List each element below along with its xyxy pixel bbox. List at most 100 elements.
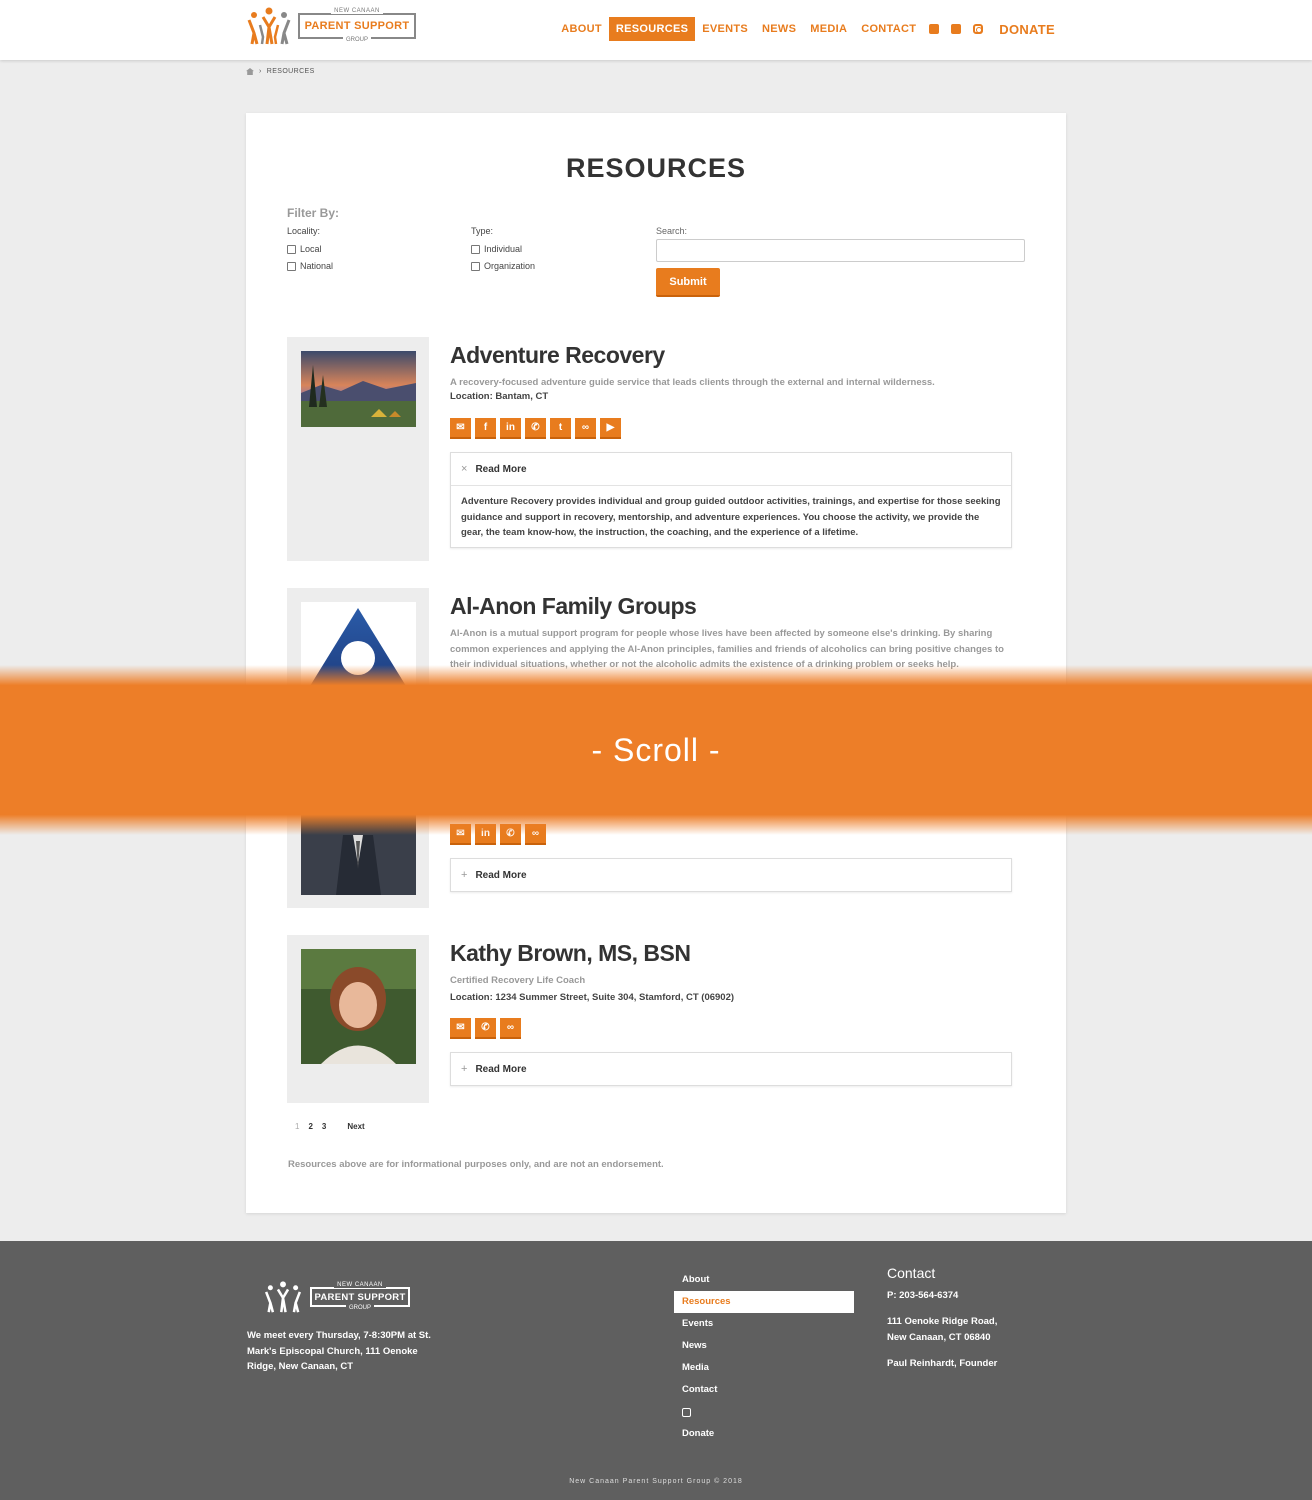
scroll-banner: - Scroll - (0, 665, 1312, 835)
footer-logo-wordmark: NEW CANAAN PARENT SUPPORT GROUP (310, 1282, 410, 1311)
link-icon[interactable]: ∞ (500, 1018, 521, 1039)
resource-name[interactable]: Al-Anon Family Groups (450, 593, 697, 620)
logo-line-1: NEW CANAAN (331, 8, 383, 14)
individual-label: Individual (484, 244, 523, 254)
submit-button[interactable]: Submit (656, 268, 720, 297)
resource-contact-icons: ✉ ✆ ∞ (450, 1018, 521, 1039)
plus-icon: + (461, 1063, 468, 1075)
plus-icon: + (461, 869, 468, 881)
footer-nav-resources[interactable]: Resources (674, 1291, 854, 1313)
read-more-toggle[interactable]: × Read More (451, 453, 1011, 485)
logo-line-3: GROUP (342, 37, 371, 43)
envelope-icon[interactable]: ✉ (450, 1018, 471, 1039)
close-icon: × (461, 463, 468, 475)
locality-local-option[interactable]: Local (287, 244, 333, 254)
footer-nav-events[interactable]: Events (674, 1313, 854, 1335)
linkedin-icon[interactable]: in (500, 418, 521, 439)
nav-events[interactable]: EVENTS (695, 17, 755, 41)
logo-line-2: PARENT SUPPORT (304, 20, 410, 32)
type-individual-option[interactable]: Individual (471, 244, 535, 254)
logo-line-3: GROUP (345, 1305, 374, 1311)
footer-nav-about[interactable]: About (674, 1269, 854, 1291)
footer-nav-news[interactable]: News (674, 1335, 854, 1357)
nav-about[interactable]: ABOUT (554, 17, 609, 41)
contact-address-line-1: 111 Oenoke Ridge Road, (887, 1316, 998, 1327)
meeting-info: We meet every Thursday, 7-8:30PM at St. … (247, 1330, 431, 1372)
logo-line-2: PARENT SUPPORT (314, 1291, 406, 1303)
locality-national-option[interactable]: National (287, 261, 333, 271)
resource-contact-icons: ✉ f in ✆ t ∞ ▶ (450, 418, 621, 439)
next-page-link[interactable]: Next (347, 1122, 364, 1131)
read-more-accordion: + Read More (450, 1052, 1012, 1086)
disclaimer: Resources above are for informational pu… (288, 1159, 664, 1170)
nav-donate[interactable]: DONATE (989, 16, 1062, 43)
twitter-icon[interactable]: t (550, 418, 571, 439)
instagram-icon[interactable] (973, 24, 984, 34)
instagram-icon[interactable] (682, 1408, 691, 1417)
logo-figures-icon (247, 7, 291, 45)
local-label: Local (300, 244, 322, 254)
nav-contact[interactable]: CONTACT (854, 17, 923, 41)
filter-heading: Filter By: (287, 206, 340, 220)
search-input[interactable] (656, 239, 1025, 262)
locality-label: Locality: (287, 226, 321, 236)
link-icon[interactable]: ∞ (575, 418, 596, 439)
read-more-accordion: × Read More Adventure Recovery provides … (450, 452, 1012, 548)
breadcrumb-current: RESOURCES (266, 68, 315, 75)
envelope-icon[interactable]: ✉ (450, 418, 471, 439)
search-label: Search: (656, 226, 688, 236)
read-more-label: Read More (475, 869, 527, 881)
footer-nav-media[interactable]: Media (674, 1357, 854, 1379)
logo-line-1: NEW CANAAN (334, 1282, 386, 1288)
nav-news[interactable]: NEWS (755, 17, 803, 41)
phone-icon[interactable]: ✆ (525, 418, 546, 439)
logo-figures-icon (264, 1281, 302, 1313)
nav-media[interactable]: MEDIA (803, 17, 854, 41)
resource-photo-mountains (301, 351, 416, 427)
contact-heading: Contact (887, 1265, 936, 1281)
resource-description: A recovery-focused adventure guide servi… (450, 377, 935, 388)
nav-resources[interactable]: RESOURCES (608, 17, 696, 41)
youtube-icon[interactable]: ▶ (600, 418, 621, 439)
copyright: New Canaan Parent Support Group © 2018 (569, 1478, 743, 1485)
facebook-icon[interactable]: f (475, 418, 496, 439)
footer-nav-donate[interactable]: Donate (674, 1423, 854, 1445)
footer-nav: About Resources Events News Media Contac… (674, 1269, 854, 1445)
breadcrumb-separator: › (259, 68, 262, 75)
logo-wordmark: NEW CANAAN PARENT SUPPORT GROUP (298, 8, 416, 43)
type-filter: Type: Individual Organization (471, 226, 535, 278)
page-2[interactable]: 2 (308, 1122, 312, 1131)
phone-icon[interactable]: ✆ (475, 1018, 496, 1039)
footer-nav-contact[interactable]: Contact (674, 1379, 854, 1401)
contact-address-line-2: New Canaan, CT 06840 (887, 1331, 991, 1343)
national-checkbox[interactable] (287, 261, 296, 271)
read-more-toggle[interactable]: + Read More (451, 859, 1011, 891)
read-more-body: Adventure Recovery provides individual a… (451, 485, 1011, 547)
type-organization-option[interactable]: Organization (471, 261, 535, 271)
organization-checkbox[interactable] (471, 261, 480, 271)
resources-card: RESOURCES Filter By: Locality: Local Nat… (246, 113, 1066, 1213)
footer-logo[interactable]: NEW CANAAN PARENT SUPPORT GROUP (262, 1281, 410, 1313)
site-logo[interactable]: NEW CANAAN PARENT SUPPORT GROUP (246, 6, 416, 46)
resource-location: Location: Bantam, CT (450, 391, 549, 402)
resource-photo-kathy-brown (301, 949, 416, 1064)
read-more-toggle[interactable]: + Read More (451, 1053, 1011, 1085)
home-icon[interactable] (246, 68, 254, 75)
page-3[interactable]: 3 (322, 1122, 326, 1131)
contact-phone[interactable]: P: 203-564-6374 (887, 1288, 997, 1304)
pagination: 1 2 3 Next (295, 1122, 365, 1131)
twitter-icon[interactable] (951, 24, 962, 34)
resource-location: Location: 1234 Summer Street, Suite 304,… (450, 992, 735, 1003)
page-1: 1 (295, 1122, 300, 1131)
resource-item: Kathy Brown, MS, BSN Certified Recovery … (287, 935, 1027, 1103)
resource-description: Certified Recovery Life Coach (450, 975, 586, 986)
organization-label: Organization (484, 261, 536, 271)
read-more-label: Read More (475, 463, 527, 475)
individual-checkbox[interactable] (471, 244, 480, 254)
resource-name[interactable]: Adventure Recovery (450, 342, 665, 369)
type-label: Type: (471, 226, 494, 236)
resource-name[interactable]: Kathy Brown, MS, BSN (450, 940, 691, 967)
facebook-icon[interactable] (929, 24, 940, 34)
local-checkbox[interactable] (287, 244, 296, 254)
read-more-label: Read More (475, 1063, 527, 1075)
